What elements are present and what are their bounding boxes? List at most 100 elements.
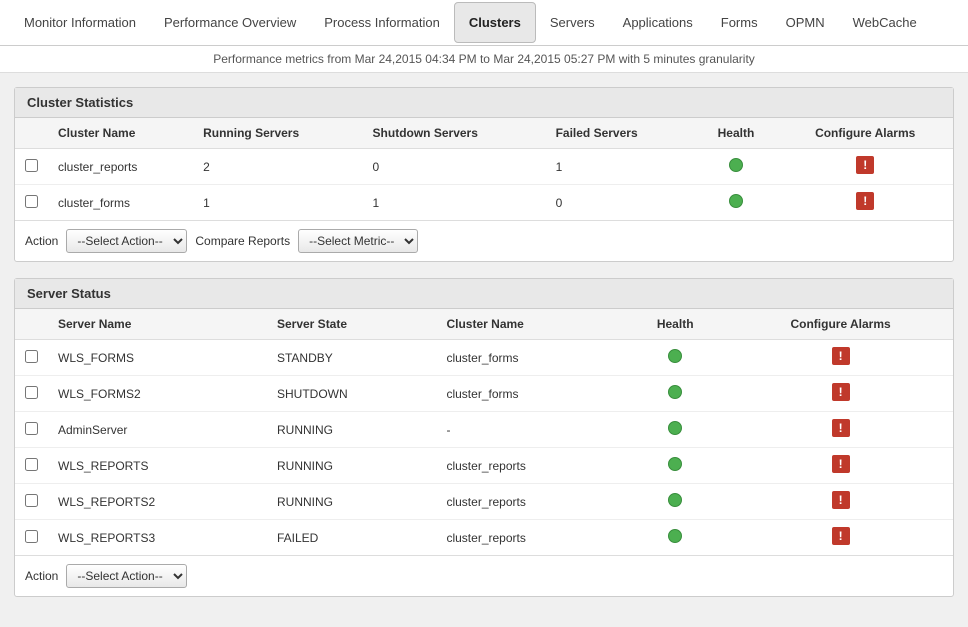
server-row-cluster: cluster_forms (436, 340, 622, 376)
alarm-icon[interactable] (832, 419, 850, 437)
server-table-row: WLS_REPORTS3 FAILED cluster_reports (15, 520, 953, 556)
cluster-row-running: 1 (193, 185, 362, 221)
cluster-row-running: 2 (193, 149, 362, 185)
server-table-row: WLS_REPORTS2 RUNNING cluster_reports (15, 484, 953, 520)
server-table-row: WLS_REPORTS RUNNING cluster_reports (15, 448, 953, 484)
compare-reports-label: Compare Reports (195, 234, 290, 248)
server-action-label: Action (25, 569, 58, 583)
cluster-action-select[interactable]: --Select Action-- (66, 229, 187, 253)
alarm-icon[interactable] (832, 347, 850, 365)
health-dot-icon (668, 349, 682, 363)
alarm-icon[interactable] (832, 383, 850, 401)
server-action-select[interactable]: --Select Action-- (66, 564, 187, 588)
server-row-state: STANDBY (267, 340, 436, 376)
alarm-icon[interactable] (832, 527, 850, 545)
server-row-alarm[interactable] (728, 376, 953, 412)
server-row-cluster: - (436, 412, 622, 448)
nav-item-performance[interactable]: Performance Overview (150, 3, 310, 42)
server-row-cluster: cluster_reports (436, 448, 622, 484)
server-row-checkbox[interactable] (15, 484, 48, 520)
server-row-alarm[interactable] (728, 520, 953, 556)
cluster-row-name: cluster_reports (48, 149, 193, 185)
server-row-state: FAILED (267, 520, 436, 556)
cluster-statistics-body: Cluster Name Running Servers Shutdown Se… (15, 118, 953, 261)
nav-item-webcache[interactable]: WebCache (839, 3, 931, 42)
nav-item-forms[interactable]: Forms (707, 3, 772, 42)
server-table-row: WLS_FORMS STANDBY cluster_forms (15, 340, 953, 376)
server-row-alarm[interactable] (728, 484, 953, 520)
compare-metric-select[interactable]: --Select Metric-- (298, 229, 418, 253)
server-row-name: AdminServer (48, 412, 267, 448)
health-dot-icon (668, 385, 682, 399)
cluster-row-alarm[interactable] (777, 185, 953, 221)
server-row-health (622, 448, 728, 484)
cluster-col-running: Running Servers (193, 118, 362, 149)
cluster-action-label: Action (25, 234, 58, 248)
nav-item-monitor[interactable]: Monitor Information (10, 3, 150, 42)
server-row-cluster: cluster_reports (436, 520, 622, 556)
cluster-statistics-title: Cluster Statistics (15, 88, 953, 118)
nav-item-servers[interactable]: Servers (536, 3, 609, 42)
cluster-col-name: Cluster Name (48, 118, 193, 149)
server-row-checkbox[interactable] (15, 340, 48, 376)
subtitle-text: Performance metrics from Mar 24,2015 04:… (213, 52, 755, 66)
cluster-row-alarm[interactable] (777, 149, 953, 185)
health-dot-icon (668, 529, 682, 543)
server-row-name: WLS_REPORTS3 (48, 520, 267, 556)
nav-item-process[interactable]: Process Information (310, 3, 454, 42)
server-row-alarm[interactable] (728, 448, 953, 484)
health-dot-icon (668, 421, 682, 435)
health-dot-icon (668, 457, 682, 471)
server-row-cluster: cluster_reports (436, 484, 622, 520)
server-row-health (622, 412, 728, 448)
cluster-col-shutdown: Shutdown Servers (363, 118, 546, 149)
server-status-table: Server Name Server State Cluster Name He… (15, 309, 953, 555)
server-row-checkbox[interactable] (15, 520, 48, 556)
server-row-name: WLS_REPORTS2 (48, 484, 267, 520)
server-row-checkbox[interactable] (15, 376, 48, 412)
cluster-col-failed: Failed Servers (546, 118, 695, 149)
main-content: Cluster Statistics Cluster Name Running … (0, 73, 968, 627)
cluster-row-failed: 1 (546, 149, 695, 185)
server-row-alarm[interactable] (728, 412, 953, 448)
server-row-health (622, 376, 728, 412)
server-col-cluster: Cluster Name (436, 309, 622, 340)
server-col-state: Server State (267, 309, 436, 340)
server-table-row: WLS_FORMS2 SHUTDOWN cluster_forms (15, 376, 953, 412)
health-dot-icon (729, 158, 743, 172)
navigation-bar: Monitor Information Performance Overview… (0, 0, 968, 46)
nav-item-clusters[interactable]: Clusters (454, 2, 536, 43)
server-row-cluster: cluster_forms (436, 376, 622, 412)
cluster-table-row: cluster_reports 2 0 1 (15, 149, 953, 185)
server-row-health (622, 520, 728, 556)
cluster-row-checkbox[interactable] (15, 149, 48, 185)
server-row-name: WLS_FORMS (48, 340, 267, 376)
server-row-checkbox[interactable] (15, 412, 48, 448)
server-row-health (622, 484, 728, 520)
cluster-row-checkbox[interactable] (15, 185, 48, 221)
server-row-state: RUNNING (267, 412, 436, 448)
alarm-icon[interactable] (856, 156, 874, 174)
server-action-bar: Action --Select Action-- (15, 555, 953, 596)
alarm-icon[interactable] (832, 455, 850, 473)
server-row-alarm[interactable] (728, 340, 953, 376)
cluster-header-checkbox (15, 118, 48, 149)
cluster-row-health (695, 149, 778, 185)
server-row-state: SHUTDOWN (267, 376, 436, 412)
nav-item-opmn[interactable]: OPMN (772, 3, 839, 42)
alarm-icon[interactable] (832, 491, 850, 509)
server-row-name: WLS_REPORTS (48, 448, 267, 484)
subtitle-bar: Performance metrics from Mar 24,2015 04:… (0, 46, 968, 73)
server-row-checkbox[interactable] (15, 448, 48, 484)
server-status-panel: Server Status Server Name Server State C… (14, 278, 954, 597)
cluster-col-health: Health (695, 118, 778, 149)
cluster-row-shutdown: 1 (363, 185, 546, 221)
nav-item-applications[interactable]: Applications (609, 3, 707, 42)
cluster-row-name: cluster_forms (48, 185, 193, 221)
cluster-row-shutdown: 0 (363, 149, 546, 185)
server-row-state: RUNNING (267, 448, 436, 484)
cluster-statistics-panel: Cluster Statistics Cluster Name Running … (14, 87, 954, 262)
health-dot-icon (729, 194, 743, 208)
alarm-icon[interactable] (856, 192, 874, 210)
server-table-header-row: Server Name Server State Cluster Name He… (15, 309, 953, 340)
